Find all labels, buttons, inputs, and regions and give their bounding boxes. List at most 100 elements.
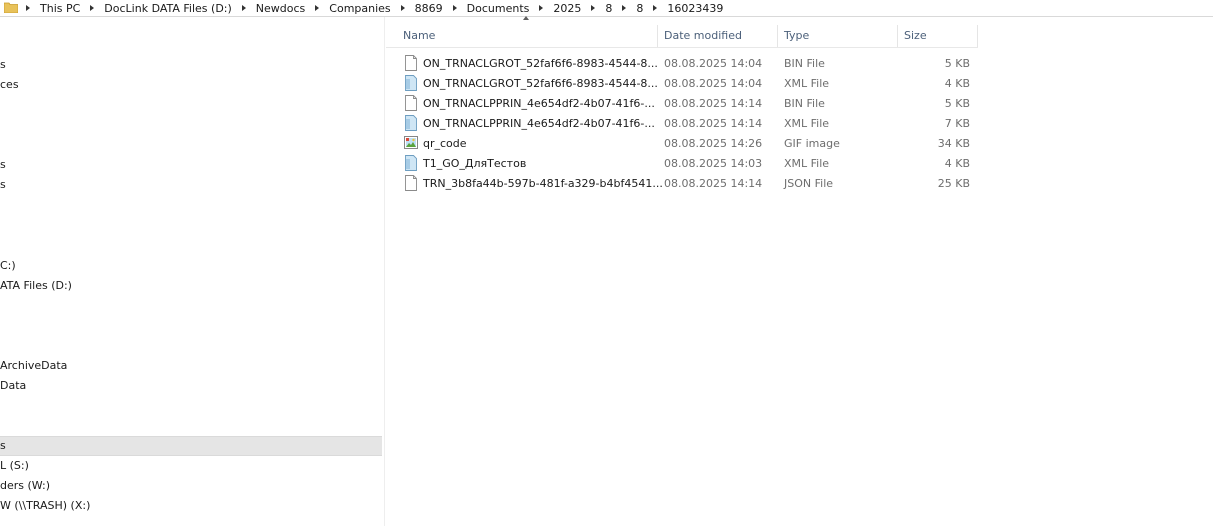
breadcrumb-item[interactable]: 16023439: [643, 2, 723, 15]
breadcrumb-item[interactable]: 8: [612, 2, 643, 15]
file-list[interactable]: Name Date modified Type Size ON_TRNACLGR…: [386, 16, 1213, 526]
breadcrumb-label: Documents: [466, 1, 530, 15]
xml-file-icon: [404, 155, 418, 171]
column-header-name[interactable]: Name: [386, 16, 658, 47]
chevron-right-icon[interactable]: [315, 5, 320, 11]
file-date: 08.08.2025 14:04: [664, 76, 763, 90]
breadcrumb-item[interactable]: This PC: [24, 2, 80, 15]
nav-item-label: s: [0, 58, 6, 71]
nav-item[interactable]: ces: [0, 75, 382, 95]
file-name: ON_TRNACLPPRIN_4e654df2-4b07-41f6-...: [423, 96, 655, 110]
chevron-right-icon[interactable]: [622, 5, 627, 11]
file-size: 34 KB: [937, 136, 970, 150]
nav-item[interactable]: ArchiveData: [0, 356, 382, 376]
column-header-date[interactable]: Date modified: [658, 25, 778, 47]
breadcrumb-item[interactable]: 8869: [391, 2, 443, 15]
file-type: BIN File: [784, 56, 825, 70]
nav-item-label: ders (W:): [0, 479, 51, 492]
chevron-right-icon[interactable]: [653, 5, 658, 11]
nav-item[interactable]: W (\\TRASH) (X:): [0, 496, 382, 516]
file-name: ON_TRNACLGROT_52faf6f6-8983-4544-8...: [423, 76, 658, 90]
file-row[interactable]: qr_code 08.08.2025 14:26 GIF image 34 KB: [386, 133, 978, 153]
breadcrumb-label: 8869: [414, 1, 443, 15]
nav-item-label: s: [0, 178, 6, 191]
file-name-cell: ON_TRNACLGROT_52faf6f6-8983-4544-8...: [386, 55, 658, 71]
file-type: XML File: [784, 76, 830, 90]
nav-item-label: C:): [0, 259, 16, 272]
chevron-right-icon[interactable]: [400, 5, 405, 11]
file-date: 08.08.2025 14:14: [664, 116, 763, 130]
chevron-right-icon[interactable]: [591, 5, 596, 11]
blank-file-icon: [404, 95, 418, 111]
nav-item[interactable]: s: [0, 175, 382, 195]
address-bar[interactable]: This PC DocLink DATA Files (D:) Newdocs Com…: [0, 0, 1213, 17]
nav-item[interactable]: s: [0, 436, 382, 456]
breadcrumb-label: 8: [605, 1, 613, 15]
nav-item[interactable]: ATA Files (D:): [0, 276, 382, 296]
chevron-right-icon[interactable]: [90, 5, 95, 11]
breadcrumb-label: Companies: [329, 1, 391, 15]
chevron-right-icon[interactable]: [241, 5, 246, 11]
file-name: ON_TRNACLGROT_52faf6f6-8983-4544-8...: [423, 56, 658, 70]
file-date: 08.08.2025 14:14: [664, 96, 763, 110]
breadcrumb-item[interactable]: Documents: [443, 1, 530, 15]
file-date: 08.08.2025 14:03: [664, 156, 763, 170]
xml-file-icon: [404, 115, 418, 131]
column-header-type-label: Type: [784, 29, 810, 42]
column-header-type[interactable]: Type: [778, 25, 898, 47]
nav-item-label: ATA Files (D:): [0, 279, 72, 292]
breadcrumb-item[interactable]: Newdocs: [232, 2, 305, 15]
breadcrumb-item[interactable]: 2025: [529, 2, 581, 15]
breadcrumb-label: 8: [636, 1, 644, 15]
file-name: T1_GO_ДляТестов: [423, 156, 527, 170]
file-row[interactable]: T1_GO_ДляТестов 08.08.2025 14:03 XML File 4…: [386, 153, 978, 173]
nav-item[interactable]: L (S:): [0, 456, 382, 476]
breadcrumb-label: 16023439: [667, 1, 724, 15]
file-row[interactable]: ON_TRNACLGROT_52faf6f6-8983-4544-8... 08.…: [386, 53, 978, 73]
nav-item-label: s: [0, 439, 6, 452]
file-type: JSON File: [784, 176, 834, 190]
nav-item-label: L (S:): [0, 459, 29, 472]
file-row[interactable]: ON_TRNACLPPRIN_4e654df2-4b07-41f6-... 08.…: [386, 93, 978, 113]
file-row[interactable]: ON_TRNACLPPRIN_4e654df2-4b07-41f6-... 08.…: [386, 113, 978, 133]
file-size: 4 KB: [944, 76, 970, 90]
breadcrumb-item[interactable]: DocLink DATA Files (D:): [80, 2, 232, 15]
breadcrumb-label: 2025: [553, 1, 582, 15]
file-name-cell: ON_TRNACLGROT_52faf6f6-8983-4544-8...: [386, 75, 658, 91]
column-header-size-label: Size: [904, 29, 927, 42]
column-header-name-label: Name: [403, 29, 436, 42]
file-name-cell: ON_TRNACLPPRIN_4e654df2-4b07-41f6-...: [386, 115, 658, 131]
chevron-right-icon[interactable]: [539, 5, 544, 11]
breadcrumb-item[interactable]: 8: [581, 2, 612, 15]
file-date: 08.08.2025 14:26: [664, 136, 763, 150]
file-type: XML File: [784, 156, 830, 170]
nav-item[interactable]: C:): [0, 256, 382, 276]
chevron-right-icon[interactable]: [452, 5, 457, 11]
nav-item[interactable]: s: [0, 155, 382, 175]
file-size: 5 KB: [944, 56, 970, 70]
nav-item-label: Data: [0, 379, 27, 392]
breadcrumb: This PC DocLink DATA Files (D:) Newdocs Com…: [24, 2, 723, 15]
nav-item[interactable]: ders (W:): [0, 476, 382, 496]
nav-item-label: s: [0, 158, 6, 171]
file-name-cell: TRN_3b8fa44b-597b-481f-a329-b4bf4541...: [386, 175, 663, 191]
nav-item[interactable]: s: [0, 55, 382, 75]
column-header-size[interactable]: Size: [898, 25, 978, 47]
file-row[interactable]: ON_TRNACLGROT_52faf6f6-8983-4544-8... 08.…: [386, 73, 978, 93]
navigation-pane[interactable]: s ces s s C:) ATA Files (D:) ArchiveData Data s L…: [0, 17, 385, 526]
file-name: TRN_3b8fa44b-597b-481f-a329-b4bf4541...: [423, 176, 663, 190]
file-name-cell: T1_GO_ДляТестов: [386, 155, 658, 171]
nav-item[interactable]: Data: [0, 376, 382, 396]
image-file-icon: [404, 135, 418, 151]
file-name-cell: ON_TRNACLPPRIN_4e654df2-4b07-41f6-...: [386, 95, 658, 111]
nav-item-label: W (\\TRASH) (X:): [0, 499, 91, 512]
file-row[interactable]: TRN_3b8fa44b-597b-481f-a329-b4bf4541... 0…: [386, 173, 978, 193]
blank-file-icon: [404, 175, 418, 191]
xml-file-icon: [404, 75, 418, 91]
breadcrumb-item[interactable]: Companies: [305, 1, 391, 15]
file-type: BIN File: [784, 96, 825, 110]
breadcrumb-label: DocLink DATA Files (D:): [104, 1, 232, 15]
file-size: 7 KB: [944, 116, 970, 130]
column-header-row: Name Date modified Type Size: [386, 16, 978, 47]
chevron-right-icon[interactable]: [26, 5, 30, 11]
